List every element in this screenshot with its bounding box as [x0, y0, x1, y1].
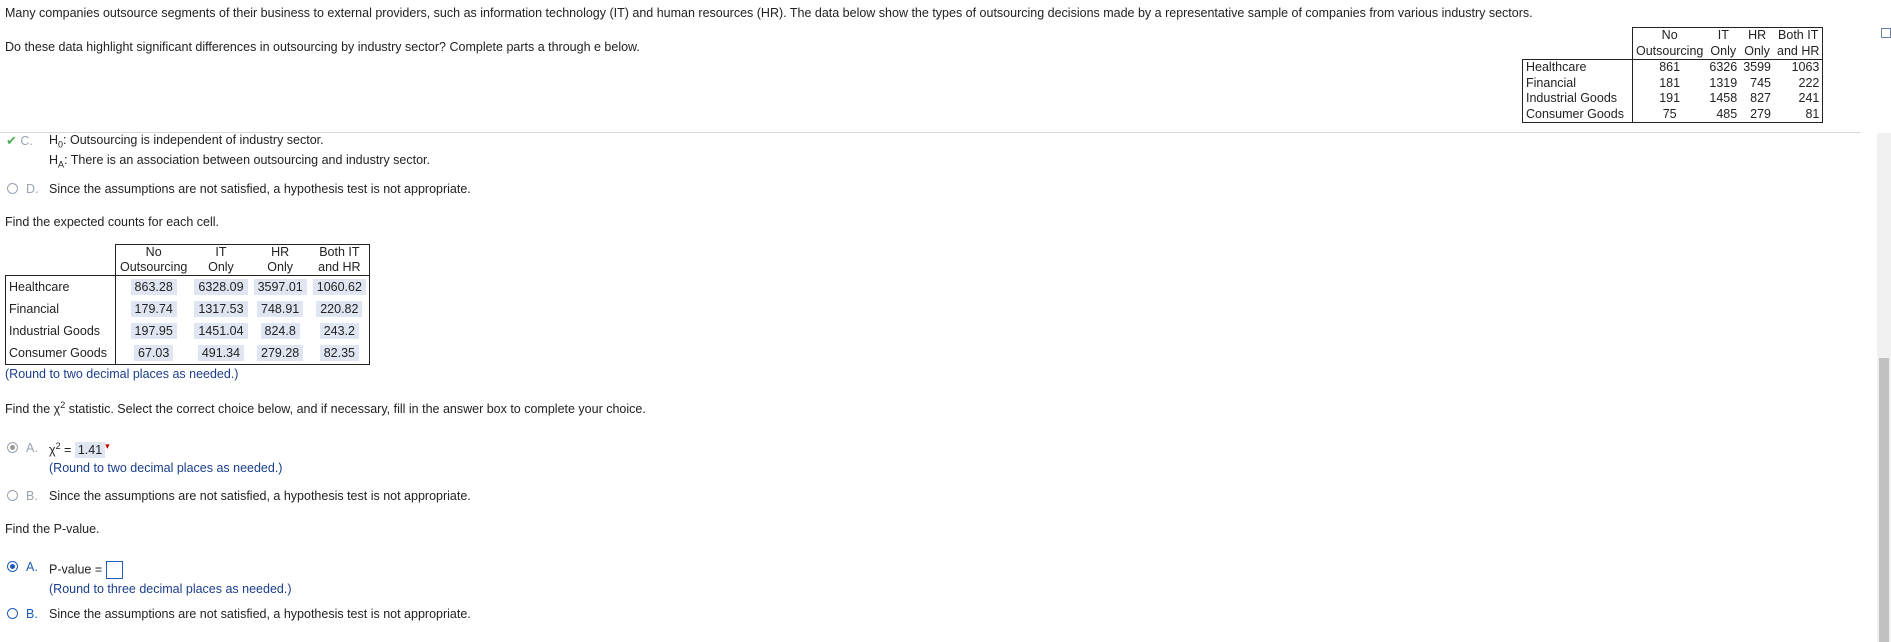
- chi-option-b-letter: B.: [26, 489, 38, 503]
- pvalue-option-b-text[interactable]: Since the assumptions are not satisfied,…: [49, 607, 471, 621]
- answer-cell[interactable]: 279.28: [257, 345, 304, 361]
- answer-cell[interactable]: 197.95: [130, 323, 177, 339]
- answer-cell[interactable]: 863.28: [130, 279, 177, 295]
- option-d-text[interactable]: Since the assumptions are not satisfied,…: [49, 182, 471, 196]
- answer-cell[interactable]: 1317.53: [194, 301, 248, 317]
- pvalue-option-a-letter: A.: [26, 560, 38, 574]
- chi-prompt: Find the χ2 statistic. Select the correc…: [5, 400, 646, 417]
- table-row: Industrial Goods 197.95 1451.04 824.8 24…: [5, 320, 370, 342]
- chi-option-b-radio[interactable]: [7, 490, 18, 501]
- header-hr-only: HR Only: [1740, 27, 1774, 60]
- pvalue-option-b-radio[interactable]: [7, 608, 18, 619]
- chi-option-a-radio[interactable]: [7, 442, 18, 453]
- pvalue-round-hint: (Round to three decimal places as needed…: [49, 582, 292, 596]
- pvalue-prompt: Find the P-value.: [5, 522, 100, 536]
- option-c-hypothesis[interactable]: ✔ C.: [6, 133, 33, 149]
- answer-cell[interactable]: 243.2: [319, 323, 359, 339]
- chi-option-a-letter: A.: [26, 441, 38, 455]
- header-no-outsourcing: No Outsourcing: [1631, 27, 1707, 60]
- exp-header-it-only: IT Only: [191, 244, 251, 276]
- observed-data-table: No Outsourcing IT Only HR Only Both IT and H…: [1522, 27, 1824, 123]
- problem-intro: Many companies outsource segments of the…: [5, 6, 1533, 20]
- option-d-letter: D.: [26, 182, 39, 196]
- popout-icon[interactable]: [1881, 28, 1891, 38]
- problem-question: Do these data highlight significant diff…: [5, 40, 640, 54]
- answer-cell[interactable]: 1060.62: [312, 279, 366, 295]
- pvalue-option-a-label: P-value =: [49, 561, 123, 579]
- answer-cell[interactable]: 220.82: [316, 301, 363, 317]
- table-row: Financial 181 1319 745 222: [1522, 75, 1824, 91]
- answer-cell[interactable]: 67.03: [134, 345, 174, 361]
- header-it-only: IT Only: [1706, 27, 1741, 60]
- option-c-ha: HA: There is an association between outs…: [49, 153, 431, 170]
- answer-cell[interactable]: 82.35: [319, 345, 359, 361]
- answer-cell[interactable]: 748.91: [257, 301, 304, 317]
- pvalue-option-b-letter: B.: [26, 607, 38, 621]
- scrollbar-thumb[interactable]: [1879, 358, 1889, 642]
- option-d-radio[interactable]: [7, 183, 18, 194]
- answer-cell[interactable]: 3597.01: [253, 279, 307, 295]
- table-row: Industrial Goods 191 1458 827 241: [1522, 91, 1824, 107]
- pvalue-option-a-radio[interactable]: [7, 561, 18, 572]
- expected-prompt: Find the expected counts for each cell.: [5, 215, 220, 229]
- chi-answer-field[interactable]: 1.41: [74, 442, 106, 459]
- answer-cell[interactable]: 179.74: [130, 301, 177, 317]
- chi-round-hint: (Round to two decimal places as needed.): [49, 461, 283, 475]
- answer-cell[interactable]: 1451.04: [194, 323, 248, 339]
- pvalue-input[interactable]: [105, 561, 123, 579]
- table-row: Financial 179.74 1317.53 748.91 220.82: [5, 298, 370, 320]
- answer-cell[interactable]: 6328.09: [194, 279, 248, 295]
- header-both: Both IT and HR: [1774, 27, 1824, 60]
- expected-counts-table: No Outsourcing IT Only HR Only Both IT and H…: [5, 244, 370, 365]
- chi-option-a-equation: χ2 = 1.41 ▾: [49, 441, 110, 459]
- exp-header-hr-only: HR Only: [250, 244, 310, 276]
- table-row: Consumer Goods 67.03 491.34 279.28 82.35: [5, 342, 370, 365]
- table-row: Healthcare 863.28 6328.09 3597.01 1060.6…: [5, 275, 370, 298]
- answer-cell[interactable]: 491.34: [197, 345, 245, 361]
- exp-header-both: Both IT and HR: [309, 244, 370, 276]
- correct-check-icon: ✔: [6, 133, 17, 148]
- chi-option-b-text[interactable]: Since the assumptions are not satisfied,…: [49, 489, 471, 503]
- exp-header-no-outsourcing: No Outsourcing: [115, 244, 192, 276]
- table-row: Healthcare 861 6326 3599 1063: [1522, 59, 1824, 76]
- table-row: Consumer Goods 75 485 279 81: [1522, 106, 1824, 123]
- answer-cell[interactable]: 824.8: [260, 323, 300, 339]
- expected-round-hint: (Round to two decimal places as needed.): [5, 367, 239, 381]
- option-c-h0: H0: Outsourcing is independent of indust…: [49, 133, 324, 150]
